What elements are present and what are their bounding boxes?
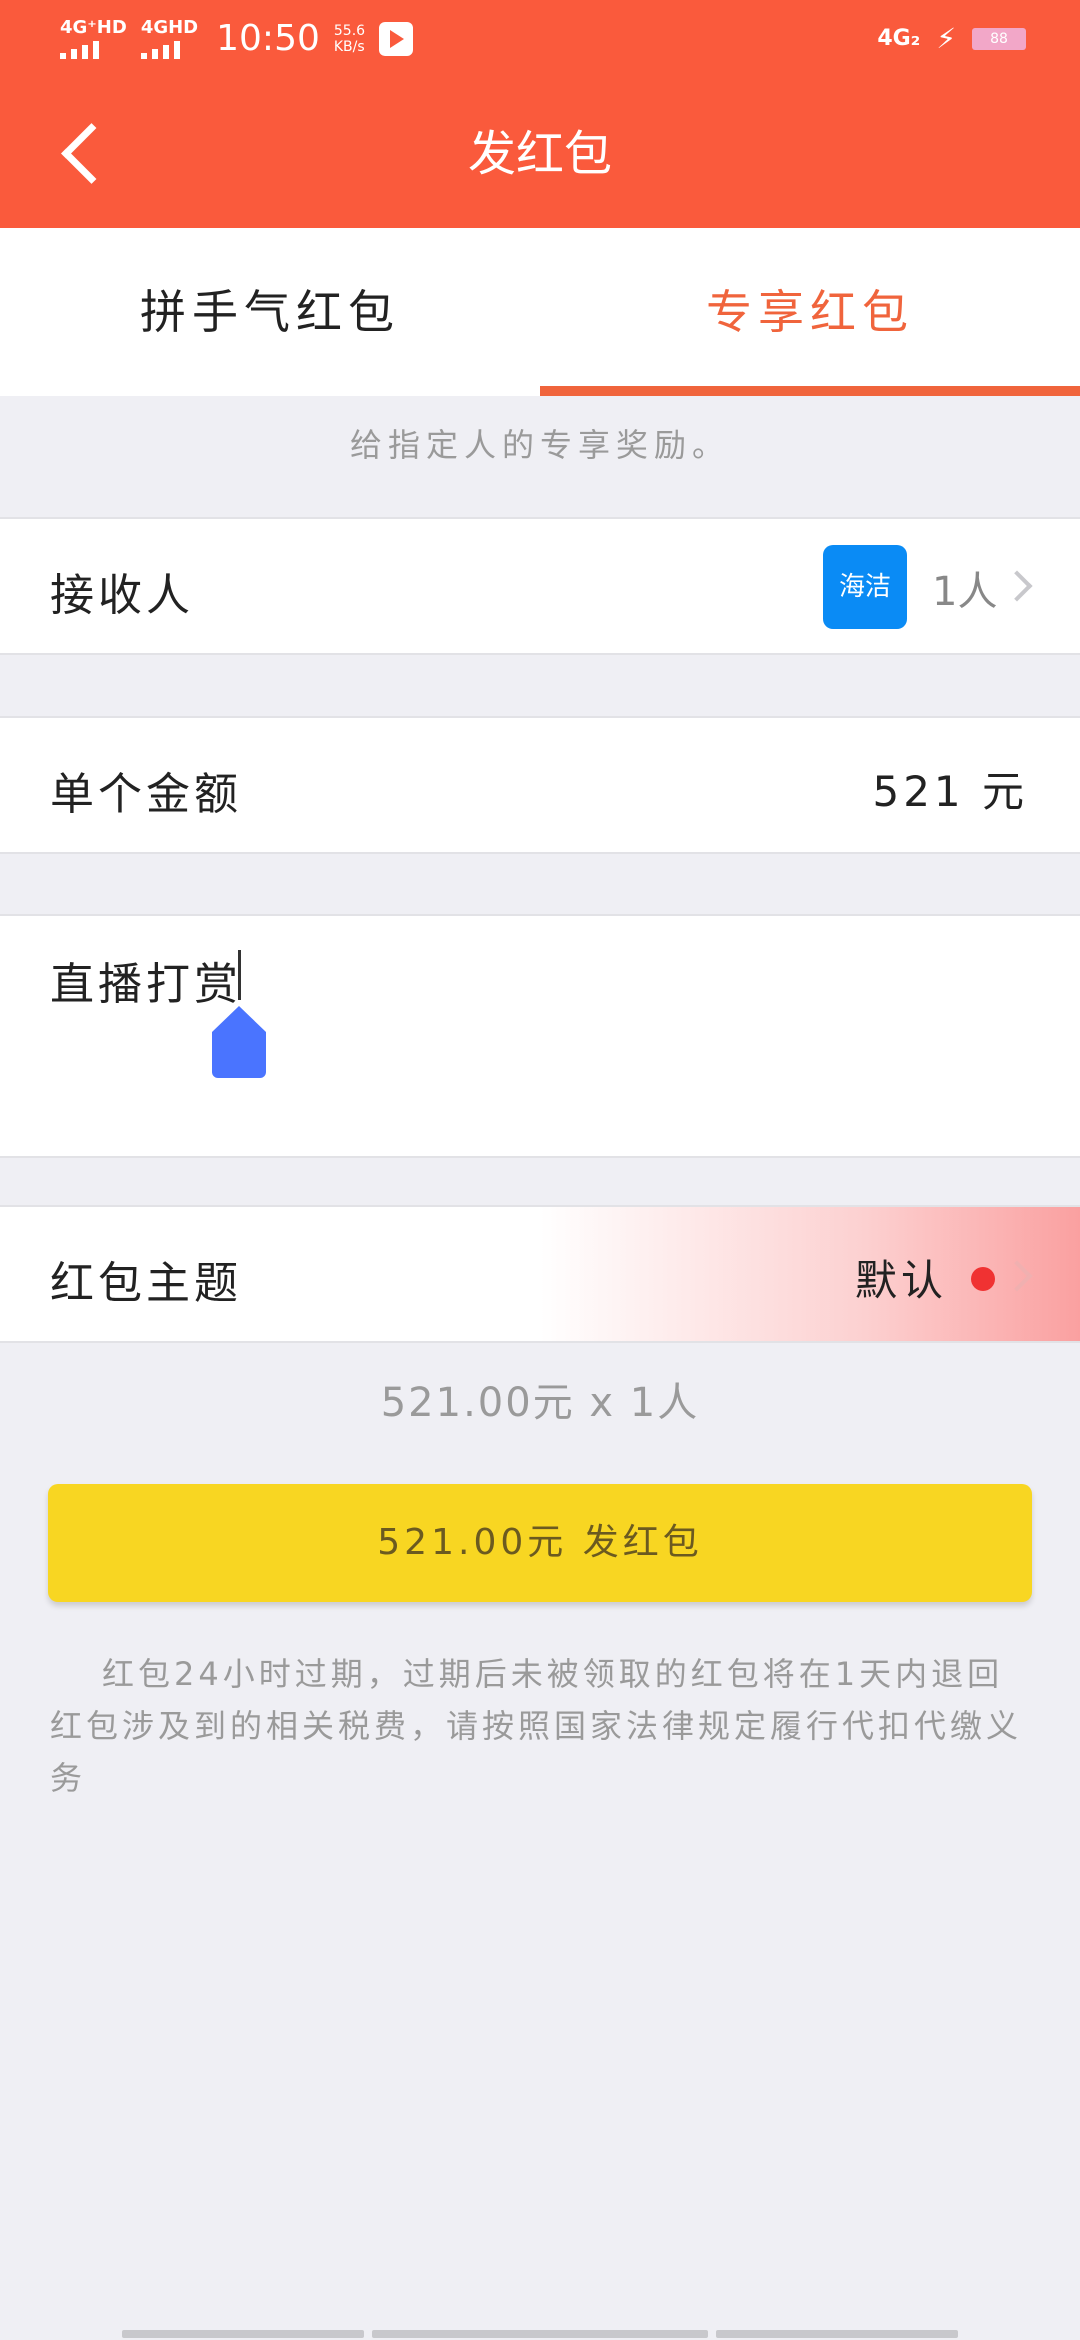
theme-label: 红包主题 [50,1258,242,1309]
theme-value: 默认 [855,1256,948,1305]
new-dot-badge [971,1267,995,1291]
tab-lucky-packet[interactable]: 拼手气红包 [0,228,540,396]
active-tab-indicator [540,386,1080,396]
charging-icon: ⚡ [936,22,956,55]
avatar: 海洁 [823,545,907,629]
clock: 10:50 [216,18,320,59]
signal-icon: 4G⁺HD [60,16,127,59]
theme-row[interactable]: 红包主题 默认 [0,1205,1080,1343]
app-notification-icon [379,21,414,56]
total-summary: 521.00元 x 1人 [380,1380,700,1426]
network-label-1: 4G⁺HD [60,16,127,38]
network-type: 4G₂ [877,26,921,51]
message-input[interactable]: 直播打赏 [0,914,1080,1158]
app-header: 4G⁺HD 4GHD 10:50 55.6 KB/s 4G₂ ⚡ 88 发红包 [0,0,1080,228]
cursor-handle[interactable] [212,1006,266,1078]
send-red-packet-button[interactable]: 521.00元 发红包 [48,1484,1032,1602]
recipient-count: 1人 [932,569,998,615]
recipient-label: 接收人 [50,570,194,621]
notice-line-tax: 红包涉及到的相关税费，请按照国家法律规定履行代扣代缴义务 [50,1707,1023,1797]
notice-line-expiry: 红包24小时过期，过期后未被领取的红包将在1天内退回 [102,1655,1004,1693]
theme-highlight [540,1207,1080,1341]
message-text: 直播打赏 [50,959,242,1010]
notice-text: 红包24小时过期，过期后未被领取的红包将在1天内退回 红包涉及到的相关税费，请按… [50,1648,1030,1804]
page-title: 发红包 [467,126,612,182]
status-bar: 4G⁺HD 4GHD 10:50 55.6 KB/s 4G₂ ⚡ 88 [0,0,1080,80]
network-speed: 55.6 KB/s [333,22,366,55]
amount-input[interactable]: 521 元 [872,758,1028,819]
system-nav-bar [0,2328,1080,2340]
tab-bar: 拼手气红包 专享红包 [0,228,1080,396]
network-label-2: 4GHD [140,16,199,38]
battery-icon: 88 [972,27,1026,50]
text-caret [238,950,241,1000]
signal-icon-2: 4GHD [140,16,199,59]
recipient-row[interactable]: 接收人 海洁 1人 [0,517,1080,655]
amount-label: 单个金额 [50,769,242,820]
tab-exclusive-packet[interactable]: 专享红包 [540,228,1080,396]
chevron-right-icon [1001,570,1033,602]
amount-row[interactable]: 单个金额 521 元 [0,716,1080,854]
tab-description: 给指定人的专享奖励。 [349,426,730,464]
